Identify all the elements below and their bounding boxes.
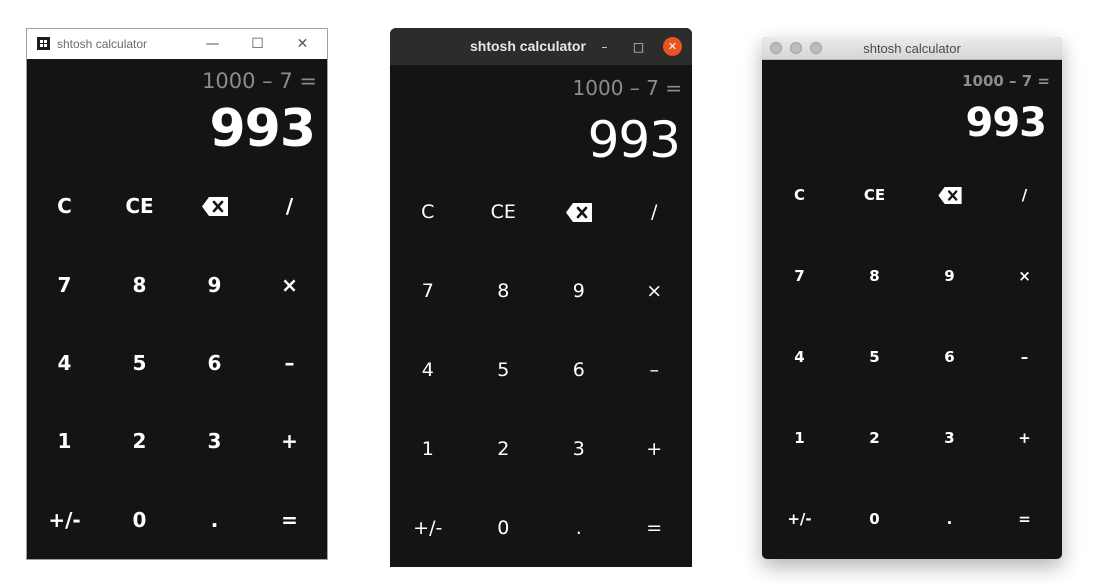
keypad: CCE⌫/ 789× 456– 123+ +/-0.= xyxy=(27,167,327,559)
digit-7-button[interactable]: 7 xyxy=(390,252,466,331)
digit-9-button[interactable]: 9 xyxy=(912,236,987,317)
backspace-icon xyxy=(937,186,962,204)
digit-9-button[interactable]: 9 xyxy=(177,245,252,323)
windows-calculator-window: shtosh calculator — ☐ ✕ 1000 – 7 = 993 C… xyxy=(26,28,328,560)
calculator-app-icon xyxy=(37,37,50,50)
minimize-button[interactable]: – xyxy=(595,37,614,56)
multiply-button[interactable]: × xyxy=(987,236,1062,317)
close-button[interactable]: ✕ xyxy=(280,29,325,59)
digit-7-button[interactable]: 7 xyxy=(27,245,102,323)
mac-calculator-window: shtosh calculator 1000 – 7 = 993 CCE⌫/ 78… xyxy=(762,37,1062,559)
clear-entry-button[interactable]: CE xyxy=(837,155,912,236)
equals-button[interactable]: = xyxy=(617,488,693,567)
digit-6-button[interactable]: 6 xyxy=(541,331,617,410)
negate-button[interactable]: +/- xyxy=(762,478,837,559)
multiply-button[interactable]: × xyxy=(617,252,693,331)
expression-display: 1000 – 7 = xyxy=(572,76,682,100)
clear-entry-button[interactable]: CE xyxy=(466,173,542,252)
digit-2-button[interactable]: 2 xyxy=(837,397,912,478)
digit-4-button[interactable]: 4 xyxy=(390,331,466,410)
digit-7-button[interactable]: 7 xyxy=(762,236,837,317)
clear-button[interactable]: C xyxy=(390,173,466,252)
digit-1-button[interactable]: 1 xyxy=(27,402,102,480)
backspace-icon xyxy=(201,196,228,216)
backspace-button[interactable]: ⌫ xyxy=(541,173,617,252)
divide-button[interactable]: / xyxy=(252,167,327,245)
subtract-button[interactable]: – xyxy=(987,317,1062,398)
expression-display: 1000 – 7 = xyxy=(202,69,317,93)
backspace-icon xyxy=(565,202,592,222)
decimal-button[interactable]: . xyxy=(912,478,987,559)
digit-5-button[interactable]: 5 xyxy=(102,324,177,402)
digit-0-button[interactable]: 0 xyxy=(102,481,177,559)
digit-6-button[interactable]: 6 xyxy=(912,317,987,398)
digit-5-button[interactable]: 5 xyxy=(837,317,912,398)
digit-0-button[interactable]: 0 xyxy=(837,478,912,559)
subtract-button[interactable]: – xyxy=(617,331,693,410)
close-button[interactable]: ✕ xyxy=(663,37,682,56)
digit-8-button[interactable]: 8 xyxy=(102,245,177,323)
digit-3-button[interactable]: 3 xyxy=(177,402,252,480)
decimal-button[interactable]: . xyxy=(541,488,617,567)
divide-button[interactable]: / xyxy=(987,155,1062,236)
backspace-button[interactable]: ⌫ xyxy=(177,167,252,245)
decimal-button[interactable]: . xyxy=(177,481,252,559)
expression-display: 1000 – 7 = xyxy=(962,72,1050,90)
add-button[interactable]: + xyxy=(617,409,693,488)
add-button[interactable]: + xyxy=(252,402,327,480)
result-display: 993 xyxy=(965,100,1047,146)
digit-1-button[interactable]: 1 xyxy=(390,409,466,488)
title-bar[interactable]: shtosh calculator xyxy=(762,37,1062,60)
digit-5-button[interactable]: 5 xyxy=(466,331,542,410)
window-title: shtosh calculator xyxy=(863,41,961,56)
digit-3-button[interactable]: 3 xyxy=(541,409,617,488)
digit-3-button[interactable]: 3 xyxy=(912,397,987,478)
maximize-button[interactable]: ☐ xyxy=(235,29,280,59)
clear-entry-button[interactable]: CE xyxy=(102,167,177,245)
negate-button[interactable]: +/- xyxy=(390,488,466,567)
window-title: shtosh calculator xyxy=(470,38,586,54)
digit-4-button[interactable]: 4 xyxy=(762,317,837,398)
negate-button[interactable]: +/- xyxy=(27,481,102,559)
digit-2-button[interactable]: 2 xyxy=(466,409,542,488)
digit-4-button[interactable]: 4 xyxy=(27,324,102,402)
digit-0-button[interactable]: 0 xyxy=(466,488,542,567)
add-button[interactable]: + xyxy=(987,397,1062,478)
digit-6-button[interactable]: 6 xyxy=(177,324,252,402)
digit-8-button[interactable]: 8 xyxy=(466,252,542,331)
result-display: 993 xyxy=(587,111,681,169)
window-title: shtosh calculator xyxy=(57,37,148,51)
minimize-button[interactable]: — xyxy=(190,29,235,59)
equals-button[interactable]: = xyxy=(252,481,327,559)
ubuntu-calculator-window: shtosh calculator – □ ✕ 1000 – 7 = 993 C… xyxy=(390,28,692,567)
subtract-button[interactable]: – xyxy=(252,324,327,402)
divide-button[interactable]: / xyxy=(617,173,693,252)
digit-8-button[interactable]: 8 xyxy=(837,236,912,317)
backspace-button[interactable]: ⌫ xyxy=(912,155,987,236)
maximize-button[interactable]: □ xyxy=(629,37,648,56)
keypad: CCE⌫/ 789× 456– 123+ +/-0.= xyxy=(762,155,1062,559)
equals-button[interactable]: = xyxy=(987,478,1062,559)
digit-1-button[interactable]: 1 xyxy=(762,397,837,478)
title-bar[interactable]: shtosh calculator — ☐ ✕ xyxy=(27,29,327,59)
multiply-button[interactable]: × xyxy=(252,245,327,323)
digit-2-button[interactable]: 2 xyxy=(102,402,177,480)
result-display: 993 xyxy=(209,99,316,159)
clear-button[interactable]: C xyxy=(27,167,102,245)
digit-9-button[interactable]: 9 xyxy=(541,252,617,331)
keypad: CCE⌫/ 789× 456– 123+ +/-0.= xyxy=(390,173,692,567)
title-bar[interactable]: shtosh calculator – □ ✕ xyxy=(390,28,692,65)
clear-button[interactable]: C xyxy=(762,155,837,236)
